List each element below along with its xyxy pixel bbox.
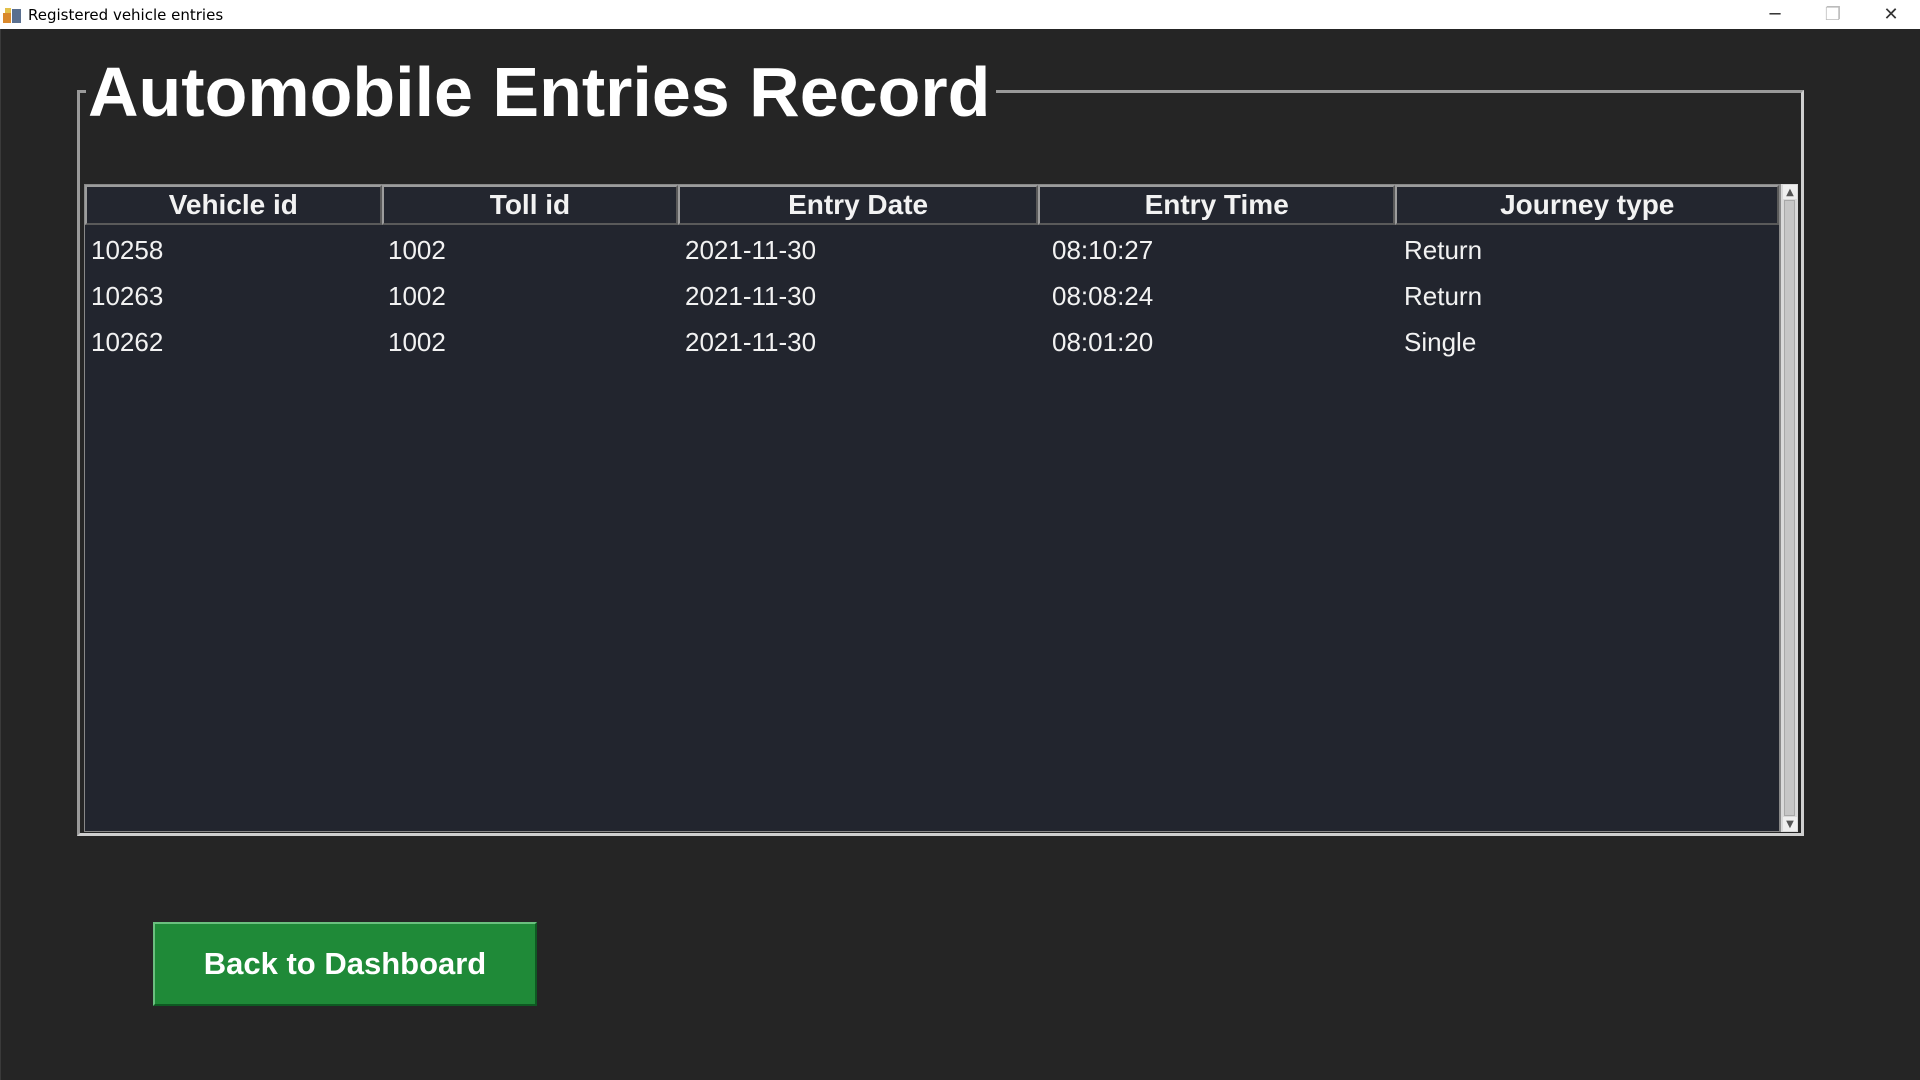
minimize-button[interactable]: ─ <box>1746 0 1804 29</box>
page-title: Automobile Entries Record <box>86 52 997 132</box>
window-edge <box>0 29 1 1080</box>
column-header-toll-id[interactable]: Toll id <box>381 185 679 225</box>
window-controls: ─ ❐ ✕ <box>1746 0 1920 29</box>
table-header: Vehicle id Toll id Entry Date Entry Time… <box>85 185 1780 225</box>
cell-entry-date: 2021-11-30 <box>685 327 817 357</box>
cell-entry-time: 08:10:27 <box>1052 235 1154 265</box>
column-header-entry-time[interactable]: Entry Time <box>1037 185 1396 225</box>
cell-vehicle-id: 10262 <box>91 327 164 357</box>
column-header-journey-type[interactable]: Journey type <box>1395 185 1780 225</box>
cell-journey-type: Return <box>1404 281 1483 311</box>
cell-entry-time: 08:01:20 <box>1052 327 1154 357</box>
cell-vehicle-id: 10258 <box>91 235 164 265</box>
cell-journey-type: Single <box>1404 327 1477 357</box>
table-row[interactable]: 10258 1002 2021-11-30 08:10:27 Return <box>85 227 1781 273</box>
column-header-entry-date[interactable]: Entry Date <box>678 185 1038 225</box>
cell-toll-id: 1002 <box>388 327 446 357</box>
vertical-scrollbar[interactable]: ▲ ▼ <box>1780 184 1798 832</box>
cell-entry-date: 2021-11-30 <box>685 281 817 311</box>
app-window: Registered vehicle entries ─ ❐ ✕ Automob… <box>0 0 1920 1080</box>
cell-toll-id: 1002 <box>388 235 446 265</box>
table-body: 10258 1002 2021-11-30 08:10:27 Return 10… <box>85 227 1781 365</box>
cell-entry-date: 2021-11-30 <box>685 235 817 265</box>
entries-table[interactable]: Vehicle id Toll id Entry Date Entry Time… <box>84 184 1780 832</box>
title-bar[interactable]: Registered vehicle entries ─ ❐ ✕ <box>0 0 1920 29</box>
table-row[interactable]: 10263 1002 2021-11-30 08:08:24 Return <box>85 273 1781 319</box>
scroll-up-arrow-icon[interactable]: ▲ <box>1783 185 1797 199</box>
close-button[interactable]: ✕ <box>1862 0 1920 29</box>
cell-toll-id: 1002 <box>388 281 446 311</box>
scrollbar-thumb[interactable] <box>1784 200 1795 816</box>
back-to-dashboard-button[interactable]: Back to Dashboard <box>153 922 537 1006</box>
cell-entry-time: 08:08:24 <box>1052 281 1154 311</box>
table-row[interactable]: 10262 1002 2021-11-30 08:01:20 Single <box>85 319 1781 365</box>
cell-vehicle-id: 10263 <box>91 281 164 311</box>
scroll-down-arrow-icon[interactable]: ▼ <box>1783 817 1797 831</box>
window-title: Registered vehicle entries <box>28 5 224 24</box>
app-icon <box>2 5 22 25</box>
maximize-button[interactable]: ❐ <box>1804 0 1862 29</box>
cell-journey-type: Return <box>1404 235 1483 265</box>
column-header-vehicle-id[interactable]: Vehicle id <box>85 185 382 225</box>
